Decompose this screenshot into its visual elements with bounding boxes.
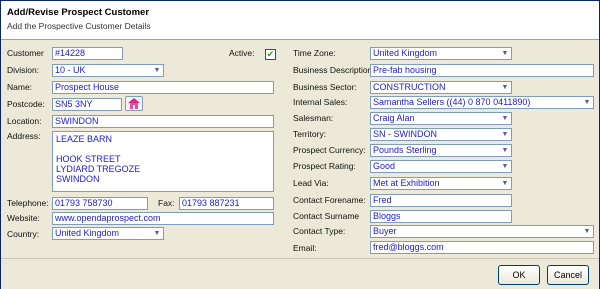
contact-surname-field[interactable]: Bloggs [370, 210, 512, 223]
customer-label: Customer [7, 48, 44, 58]
chevron-down-icon[interactable]: ▼ [582, 227, 592, 236]
internal-sales-value: Samantha Sellers ((44) 0 870 0411890) [373, 97, 531, 107]
contact-type-label: Contact Type: [293, 226, 346, 236]
division-select[interactable]: 10 - UK ▼ [52, 64, 164, 77]
location-field[interactable]: SWINDON [52, 115, 274, 128]
salesman-label: Salesman: [293, 113, 334, 123]
chevron-down-icon[interactable]: ▼ [582, 98, 592, 107]
country-select[interactable]: United Kingdom ▼ [52, 227, 164, 240]
timezone-value: United Kingdom [373, 48, 438, 58]
telephone-label: Telephone: [7, 198, 49, 208]
business-description-field[interactable]: Pre-fab housing [370, 64, 594, 77]
chevron-down-icon[interactable]: ▼ [152, 229, 162, 238]
division-label: Division: [7, 65, 40, 75]
address-textarea[interactable]: LEAZE BARN HOOK STREET LYDIARD TREGOZE S… [52, 131, 274, 192]
business-sector-select[interactable]: CONSTRUCTION ▼ [370, 81, 512, 94]
location-label: Location: [7, 116, 42, 126]
chevron-down-icon[interactable]: ▼ [500, 114, 510, 123]
timezone-label: Time Zone: [293, 48, 336, 58]
internal-sales-select[interactable]: Samantha Sellers ((44) 0 870 0411890) ▼ [370, 96, 594, 109]
dialog-subtitle: Add the Prospective Customer Details [7, 21, 151, 31]
customer-field[interactable]: #14228 [52, 47, 123, 60]
ok-button-label: OK [512, 270, 526, 280]
chevron-down-icon[interactable]: ▼ [500, 130, 510, 139]
salesman-select[interactable]: Craig Alan ▼ [370, 112, 512, 125]
active-checkbox[interactable]: ✔ [265, 49, 276, 60]
prospect-currency-label: Prospect Currency: [293, 145, 366, 155]
lead-via-value: Met at Exhibition [373, 178, 440, 188]
name-label: Name: [7, 82, 33, 92]
dialog-header: Add/Revise Prospect Customer Add the Pro… [1, 1, 599, 40]
chevron-down-icon[interactable]: ▼ [500, 83, 510, 92]
home-icon [128, 98, 140, 109]
lead-via-label: Lead Via: [293, 178, 329, 188]
contact-surname-label: Contact Surname [293, 211, 360, 221]
website-field[interactable]: www.opendaprospect.com [52, 212, 274, 225]
prospect-rating-value: Good [373, 161, 396, 171]
chevron-down-icon[interactable]: ▼ [500, 162, 510, 171]
website-label: Website: [7, 213, 40, 223]
contact-type-select[interactable]: Buyer ▼ [370, 225, 594, 238]
chevron-down-icon[interactable]: ▼ [152, 66, 162, 75]
email-field[interactable]: fred@bloggs.com [370, 241, 594, 254]
business-description-label: Business Description: [293, 65, 375, 75]
chevron-down-icon[interactable]: ▼ [500, 179, 510, 188]
address-label: Address: [7, 131, 41, 141]
fax-label: Fax: [158, 198, 175, 208]
dialog-footer: OK Cancel [1, 258, 599, 289]
postcode-label: Postcode: [7, 99, 45, 109]
chevron-down-icon[interactable]: ▼ [500, 49, 510, 58]
prospect-rating-label: Prospect Rating: [293, 161, 356, 171]
territory-label: Territory: [293, 129, 327, 139]
checkmark-icon: ✔ [266, 49, 275, 59]
cancel-button[interactable]: Cancel [547, 265, 589, 285]
business-sector-value: CONSTRUCTION [373, 82, 446, 92]
name-field[interactable]: Prospect House [52, 81, 274, 94]
contact-forename-field[interactable]: Fred [370, 194, 512, 207]
prospect-currency-select[interactable]: Pounds Sterling ▼ [370, 144, 512, 157]
cancel-button-label: Cancel [553, 270, 582, 280]
business-sector-label: Business Sector: [293, 82, 357, 92]
contact-type-value: Buyer [373, 226, 397, 236]
prospect-rating-select[interactable]: Good ▼ [370, 160, 512, 173]
ok-button[interactable]: OK [498, 265, 540, 285]
chevron-down-icon[interactable]: ▼ [500, 146, 510, 155]
lead-via-select[interactable]: Met at Exhibition ▼ [370, 177, 512, 190]
fax-field[interactable]: 01793 887231 [179, 197, 274, 210]
telephone-field[interactable]: 01793 758730 [52, 197, 148, 210]
postcode-lookup-button[interactable] [125, 96, 143, 111]
dialog-title: Add/Revise Prospect Customer [7, 7, 150, 18]
timezone-select[interactable]: United Kingdom ▼ [370, 47, 512, 60]
contact-forename-label: Contact Forename: [293, 195, 366, 205]
active-label: Active: [229, 48, 255, 58]
postcode-field[interactable]: SN5 3NY [52, 98, 122, 111]
prospect-currency-value: Pounds Sterling [373, 145, 437, 155]
salesman-value: Craig Alan [373, 113, 415, 123]
territory-select[interactable]: SN - SWINDON ▼ [370, 128, 512, 141]
add-revise-prospect-window: Add/Revise Prospect Customer Add the Pro… [0, 0, 600, 289]
country-label: Country: [7, 229, 40, 239]
internal-sales-label: Internal Sales: [293, 97, 348, 107]
territory-value: SN - SWINDON [373, 129, 437, 139]
dialog-body: Customer #14228 Active: ✔ Division: 10 -… [1, 40, 599, 258]
country-value: United Kingdom [55, 228, 120, 238]
email-label: Email: [293, 243, 317, 253]
division-value: 10 - UK [55, 65, 86, 75]
